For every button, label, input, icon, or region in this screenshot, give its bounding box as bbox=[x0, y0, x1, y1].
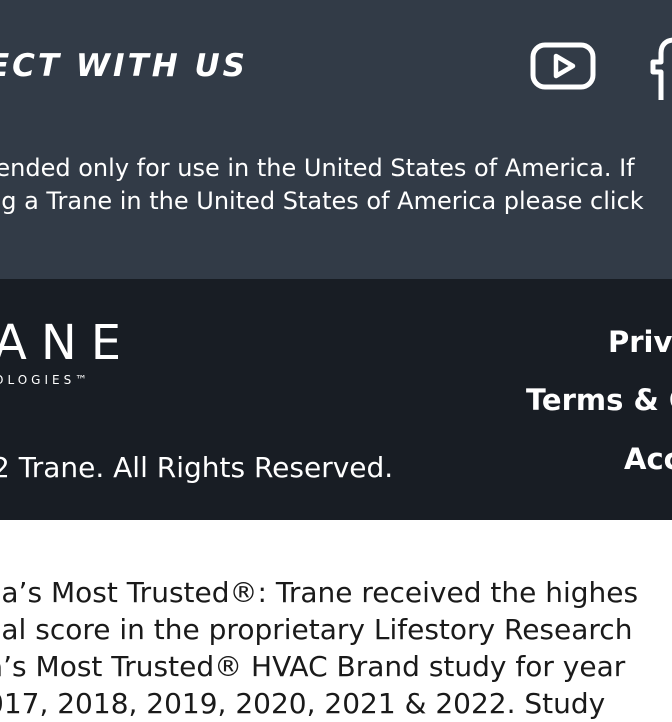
connect-section: ECT WITH US tended only for use in the U… bbox=[0, 0, 672, 279]
disclaimer-line: ca’s Most Trusted®: Trane received the h… bbox=[0, 576, 639, 609]
logo-subtitle: OLOGIES™ bbox=[0, 373, 92, 387]
accessibility-link[interactable]: Acc bbox=[624, 442, 672, 476]
region-notice: tended only for use in the United States… bbox=[0, 152, 672, 218]
disclaimer-line: a’s Most Trusted® HVAC Brand study for y… bbox=[0, 650, 626, 683]
region-notice-line: ng a Trane in the United States of Ameri… bbox=[0, 187, 644, 215]
youtube-icon[interactable] bbox=[530, 42, 596, 94]
disclaimer-line: cal score in the proprietary Lifestory R… bbox=[0, 613, 633, 646]
facebook-icon[interactable] bbox=[650, 36, 672, 104]
trusted-disclaimer: ca’s Most Trusted®: Trane received the h… bbox=[0, 574, 672, 722]
logo-wordmark: ANE bbox=[0, 315, 136, 371]
footer: ANE OLOGIES™ 2 Trane. All Rights Reserve… bbox=[0, 279, 672, 520]
terms-link[interactable]: Terms & C bbox=[526, 383, 672, 417]
privacy-link[interactable]: Priva bbox=[608, 325, 672, 359]
copyright-text: 2 Trane. All Rights Reserved. bbox=[0, 451, 394, 484]
region-notice-line: tended only for use in the United States… bbox=[0, 154, 635, 182]
disclaimer-line: 017, 2018, 2019, 2020, 2021 & 2022. Stud… bbox=[0, 687, 606, 720]
trane-logo[interactable]: ANE OLOGIES™ bbox=[0, 319, 135, 387]
connect-title: ECT WITH US bbox=[0, 48, 248, 84]
